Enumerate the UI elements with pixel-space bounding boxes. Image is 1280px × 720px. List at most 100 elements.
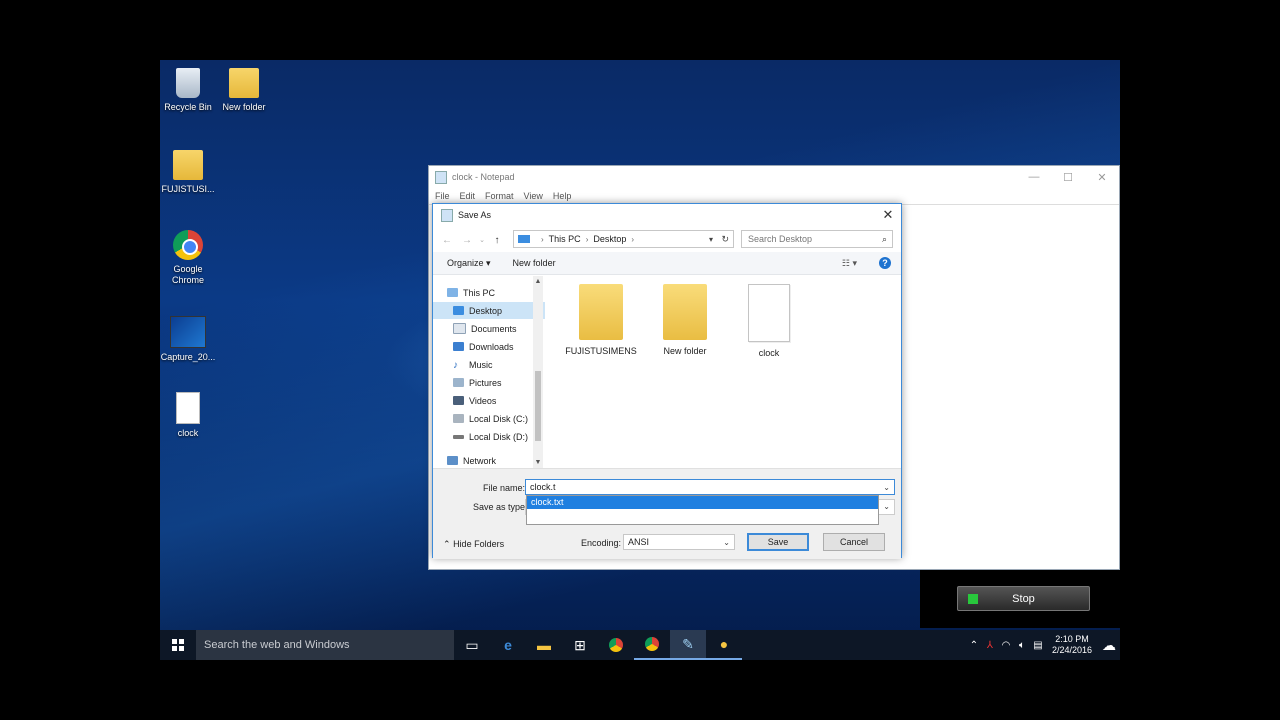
- file-explorer-icon[interactable]: ▬: [526, 630, 562, 660]
- desktop-icon-clock[interactable]: clock: [160, 392, 216, 439]
- folder-icon: [663, 284, 707, 340]
- back-icon[interactable]: ←: [437, 235, 457, 246]
- close-icon[interactable]: ✕: [879, 206, 897, 224]
- folder-icon: [229, 68, 259, 98]
- media-app-taskbar-icon[interactable]: ●: [706, 630, 742, 660]
- desktop-icon-label: New folder: [222, 102, 266, 112]
- autocomplete-dropdown: clock.txt: [526, 495, 879, 525]
- chrome-icon: [173, 230, 203, 260]
- desktop-icon-new-folder[interactable]: New folder: [216, 68, 272, 113]
- desktop-icon: [453, 306, 464, 315]
- breadcrumb-desktop[interactable]: Desktop: [593, 234, 626, 244]
- up-icon[interactable]: ↑: [487, 235, 507, 246]
- notepad-title: clock - Notepad: [452, 172, 515, 182]
- breadcrumb-this-pc[interactable]: This PC: [549, 234, 581, 244]
- navigation-row: ← → ⌄ ↑ › This PC › Desktop › ▾ ↻ Search…: [433, 230, 901, 250]
- address-bar[interactable]: › This PC › Desktop › ▾ ↻: [513, 230, 734, 248]
- file-item-fujistusimens[interactable]: FUJISTUSIMENS: [561, 284, 641, 356]
- documents-icon: [453, 323, 466, 334]
- chevron-right-icon: ›: [631, 234, 635, 244]
- chevron-up-icon[interactable]: ⌃: [966, 640, 982, 651]
- recent-dropdown-icon[interactable]: ⌄: [477, 236, 487, 244]
- maximize-icon[interactable]: ☐: [1051, 166, 1085, 188]
- new-folder-button[interactable]: New folder: [513, 258, 556, 268]
- videos-icon: [453, 396, 464, 405]
- record-indicator-icon: [968, 594, 978, 604]
- drive-icon: [453, 434, 464, 439]
- wifi-icon[interactable]: ◠: [998, 640, 1014, 651]
- system-tray: ⌃ ⅄ ◠ 🔈︎ ▤ 2:10 PM 2/24/2016 ☁: [966, 630, 1120, 660]
- weather-icon[interactable]: ☁: [1098, 637, 1120, 654]
- file-item-new-folder[interactable]: New folder: [645, 284, 725, 356]
- nav-label: This PC: [463, 287, 496, 298]
- acrobat-icon[interactable]: ⅄: [982, 640, 998, 651]
- save-as-type-label: Save as type:: [473, 502, 528, 512]
- file-item-clock[interactable]: clock: [729, 284, 809, 358]
- desktop-icon-label: Capture_20...: [160, 352, 216, 362]
- encoding-value: ANSI: [628, 537, 650, 547]
- notepad-titlebar[interactable]: clock - Notepad: [429, 166, 1119, 188]
- chevron-down-icon[interactable]: ⌄: [883, 502, 890, 511]
- scroll-thumb[interactable]: [535, 371, 541, 441]
- organize-button[interactable]: Organize ▾: [447, 258, 491, 269]
- stop-button[interactable]: Stop: [957, 586, 1090, 611]
- chevron-right-icon: ›: [541, 234, 544, 244]
- taskbar-search[interactable]: Search the web and Windows: [196, 630, 454, 660]
- minimize-icon[interactable]: —: [1017, 166, 1051, 188]
- menu-format[interactable]: Format: [485, 191, 514, 201]
- start-button[interactable]: [160, 630, 196, 660]
- view-options-icon[interactable]: ☷ ▾: [842, 258, 857, 269]
- menu-help[interactable]: Help: [553, 191, 572, 201]
- help-icon[interactable]: ?: [879, 257, 891, 269]
- folder-icon: [173, 150, 203, 180]
- clock[interactable]: 2:10 PM 2/24/2016: [1052, 634, 1092, 656]
- navigation-pane: This PC Desktop Documents Downloads ♪ Mu…: [433, 276, 545, 469]
- chevron-down-icon[interactable]: ⌄: [883, 483, 890, 492]
- chrome-taskbar-icon[interactable]: [598, 630, 634, 660]
- desktop-icon-label: clock: [177, 428, 199, 438]
- save-as-dialog: Save As ✕ ← → ⌄ ↑ › This PC › Desktop › …: [432, 203, 902, 559]
- refresh-icon[interactable]: ↻: [721, 234, 729, 245]
- chrome-taskbar-icon-open[interactable]: [634, 630, 670, 660]
- autocomplete-option[interactable]: clock.txt: [527, 496, 878, 509]
- chevron-down-icon[interactable]: ▾: [709, 235, 713, 244]
- file-list: FUJISTUSIMENS New folder clock: [561, 284, 891, 464]
- taskbar-search-placeholder: Search the web and Windows: [204, 639, 350, 651]
- file-name-input[interactable]: clock.t ⌄: [525, 479, 895, 495]
- nav-this-pc[interactable]: This PC: [433, 284, 545, 301]
- desktop-icon-capture[interactable]: Capture_20...: [160, 316, 216, 363]
- nav-label: Pictures: [469, 377, 502, 388]
- task-view-icon[interactable]: ▭: [454, 630, 490, 660]
- menu-view[interactable]: View: [524, 191, 543, 201]
- save-button[interactable]: Save: [747, 533, 809, 551]
- nav-label: Local Disk (D:): [469, 431, 529, 442]
- nav-desktop[interactable]: Desktop: [433, 302, 545, 319]
- action-center-icon[interactable]: ▤: [1030, 640, 1046, 651]
- volume-icon[interactable]: 🔈︎: [1014, 640, 1030, 651]
- edge-icon[interactable]: e: [490, 630, 526, 660]
- video-file-icon: [170, 316, 206, 348]
- desktop-icon-chrome[interactable]: Google Chrome: [160, 230, 216, 286]
- cancel-button[interactable]: Cancel: [823, 533, 885, 551]
- scroll-down-icon[interactable]: ▼: [533, 459, 543, 466]
- nav-scrollbar[interactable]: ▲ ▼: [533, 276, 543, 468]
- dialog-titlebar[interactable]: Save As: [433, 204, 901, 226]
- desktop-icon-recycle-bin[interactable]: Recycle Bin: [160, 68, 216, 113]
- this-pc-icon: [447, 288, 458, 297]
- network-icon: [447, 456, 458, 465]
- encoding-select[interactable]: ANSI ⌄: [623, 534, 735, 550]
- forward-icon[interactable]: →: [457, 235, 477, 246]
- desktop: Recycle Bin New folder FUJISTUSI... Goog…: [160, 60, 1120, 660]
- search-input[interactable]: Search Desktop ⌕: [741, 230, 893, 248]
- nav-network[interactable]: Network: [433, 452, 545, 469]
- dialog-footer: File name: clock.t ⌄ Save as type: ⌄ clo…: [433, 468, 901, 559]
- close-icon[interactable]: ✕: [1085, 166, 1119, 188]
- menu-file[interactable]: File: [435, 191, 450, 201]
- store-icon[interactable]: ⊞: [562, 630, 598, 660]
- menu-edit[interactable]: Edit: [460, 191, 476, 201]
- folder-icon: [579, 284, 623, 340]
- hide-folders-button[interactable]: ⌃ Hide Folders: [443, 539, 504, 550]
- desktop-icon-fujistusi[interactable]: FUJISTUSI...: [160, 150, 216, 195]
- scroll-up-icon[interactable]: ▲: [533, 278, 543, 285]
- notepad-taskbar-icon[interactable]: ✎: [670, 630, 706, 660]
